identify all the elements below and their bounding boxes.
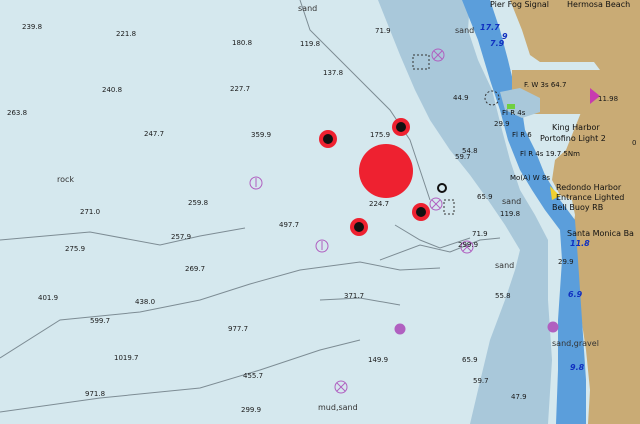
depth-sounding: 71.9	[472, 230, 488, 238]
own-vessel-marker[interactable]	[359, 144, 413, 198]
depth-sounding: 240.8	[102, 86, 123, 94]
depth-sounding: 44.9	[453, 94, 469, 102]
depth-sounding: 247.7	[144, 130, 165, 138]
place-pier-fog-signal: Pier Fog Signal	[490, 0, 550, 9]
place-portofino-light: Portofino Light 2	[540, 134, 606, 143]
depth-sounding: 263.8	[7, 109, 28, 117]
place-redondo-harbor-1: Redondo Harbor	[556, 183, 622, 192]
depth-sounding: 221.8	[116, 30, 137, 38]
depth-sounding: 180.8	[232, 39, 253, 47]
depth-sounding: 29.9	[494, 120, 510, 128]
channel-depth: 6.9	[568, 290, 583, 299]
depth-sounding: 271.0	[80, 208, 101, 216]
channel-depth: 29.9	[558, 258, 574, 266]
depth-sounding: 71.9	[375, 27, 391, 35]
light-label: Fl R 6	[512, 131, 532, 139]
depth-sounding: 257.9	[171, 233, 192, 241]
depth-sounding: 1019.7	[114, 354, 139, 362]
seabed-label: rock	[57, 175, 75, 184]
depth-sounding: 224.7	[369, 200, 390, 208]
depth-sounding: 497.7	[279, 221, 300, 229]
channel-depth: 7.9	[490, 39, 505, 48]
depth-sounding: 149.9	[368, 356, 389, 364]
place-santa-monica: Santa Monica Ba	[567, 229, 634, 238]
seabed-label: sand,gravel	[552, 339, 599, 348]
depth-sounding: 47.9	[511, 393, 527, 401]
depth-sounding: 269.7	[185, 265, 206, 273]
depth-sounding: 227.7	[230, 85, 251, 93]
depth-sounding: 119.8	[500, 210, 521, 218]
depth-sounding: 977.7	[228, 325, 249, 333]
crosshair-icon[interactable]	[437, 183, 447, 193]
depth-sounding: 11.98	[598, 95, 619, 103]
depth-sounding: 0	[632, 139, 637, 147]
seabed-label: sand	[502, 197, 522, 206]
place-redondo-harbor-2: Entrance Lighted	[556, 193, 625, 202]
depth-sounding: 371.7	[344, 292, 365, 300]
depth-sounding: 455.7	[243, 372, 264, 380]
depth-sounding: 599.7	[90, 317, 111, 325]
depth-sounding: 59.7	[473, 377, 489, 385]
depth-sounding: 259.8	[188, 199, 209, 207]
place-king-harbor: King Harbor	[552, 123, 600, 132]
seabed-label: sand	[298, 4, 318, 13]
depth-sounding: 175.9	[370, 131, 391, 139]
seabed-label: sand	[495, 261, 515, 270]
depth-sounding: 299.9	[458, 241, 479, 249]
seabed-label: sand	[455, 26, 475, 35]
channel-depth: 11.8	[570, 239, 590, 248]
place-hermosa-beach: Hermosa Beach	[567, 0, 631, 9]
depth-sounding: 275.9	[65, 245, 86, 253]
depth-sounding: 401.9	[38, 294, 59, 302]
light-label: Mo(A) W 8s	[510, 174, 551, 182]
depth-sounding: 119.8	[300, 40, 321, 48]
depth-sounding: 55.8	[495, 292, 511, 300]
nautical-chart[interactable]: Pier Fog Signal Hermosa Beach King Harbo…	[0, 0, 640, 424]
light-label: F. W 3s 64.7	[524, 81, 567, 89]
depth-sounding: 65.9	[477, 193, 493, 201]
channel-depth: 9.8	[570, 363, 585, 372]
depth-sounding: 137.8	[323, 69, 344, 77]
light-label: Fl R 4s 19.7 5Nm	[520, 150, 580, 158]
light-label: Fl R 4s	[502, 109, 526, 117]
depth-sounding: 239.8	[22, 23, 43, 31]
depth-sounding: 971.8	[85, 390, 106, 398]
depth-sounding: 299.9	[241, 406, 262, 414]
depth-sounding: 359.9	[251, 131, 272, 139]
seabed-label: mud,sand	[318, 403, 358, 412]
depth-sounding: 59.7	[455, 153, 471, 161]
channel-depth: 17.7	[480, 23, 500, 32]
depth-sounding: 65.9	[462, 356, 478, 364]
depth-sounding: 438.0	[135, 298, 156, 306]
place-redondo-harbor-3: Bell Buoy RB	[552, 203, 604, 212]
